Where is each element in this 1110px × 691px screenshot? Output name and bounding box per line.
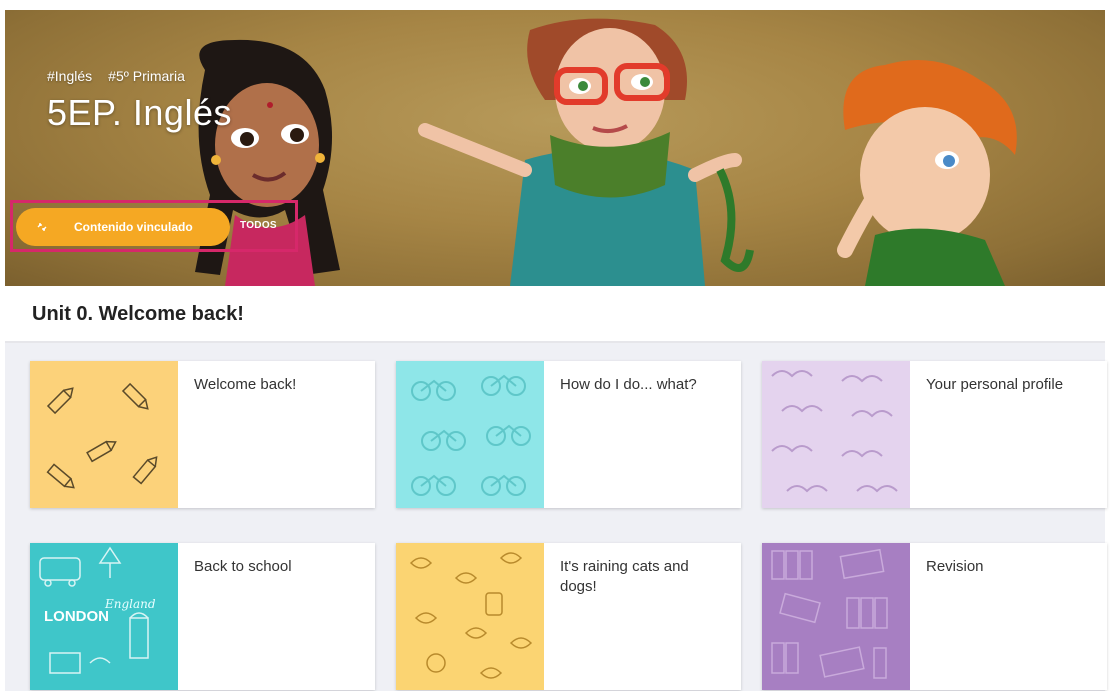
books-pattern-icon xyxy=(762,543,910,690)
linked-content-label: Contenido vinculado xyxy=(74,220,193,234)
card-revision[interactable]: Revision xyxy=(762,543,1107,690)
card-thumbnail xyxy=(30,361,178,508)
card-thumbnail xyxy=(762,361,910,508)
london-pattern-icon: LONDON England xyxy=(30,543,178,690)
card-raining-cats-dogs[interactable]: It's raining cats and dogs! xyxy=(396,543,741,690)
tag-grade[interactable]: #5º Primaria xyxy=(108,68,185,84)
card-thumbnail xyxy=(762,543,910,690)
pencil-pattern-icon xyxy=(30,361,178,508)
leaves-pattern-icon xyxy=(396,543,544,690)
card-title: It's raining cats and dogs! xyxy=(560,558,689,595)
bicycle-pattern-icon xyxy=(396,361,544,508)
card-personal-profile[interactable]: Your personal profile xyxy=(762,361,1107,508)
linked-content-button[interactable]: Contenido vinculado xyxy=(16,208,230,246)
card-thumbnail: LONDON England xyxy=(30,543,178,690)
card-thumbnail xyxy=(396,543,544,690)
boy-illustration xyxy=(837,60,1017,286)
card-title: Welcome back! xyxy=(194,376,297,393)
card-thumbnail xyxy=(396,361,544,508)
svg-text:LONDON: LONDON xyxy=(44,608,109,625)
card-back-to-school[interactable]: LONDON England Back to school xyxy=(30,543,375,690)
course-title: 5EP. Inglés xyxy=(47,92,232,133)
teacher-illustration xyxy=(418,18,754,286)
filter-all-button[interactable]: TODOS xyxy=(240,220,277,231)
moustache-pattern-icon xyxy=(762,361,910,508)
card-title: Revision xyxy=(926,558,984,575)
link-icon xyxy=(37,223,47,231)
card-welcome-back[interactable]: Welcome back! xyxy=(30,361,375,508)
card-title: Back to school xyxy=(194,558,292,575)
card-how-do-i-do[interactable]: How do I do... what? xyxy=(396,361,741,508)
card-title: Your personal profile xyxy=(926,376,1064,393)
svg-text:England: England xyxy=(104,597,156,611)
card-title: How do I do... what? xyxy=(560,376,697,393)
course-tags: #Inglés #5º Primaria xyxy=(47,68,185,84)
unit-title: Unit 0. Welcome back! xyxy=(32,303,244,325)
tag-subject[interactable]: #Inglés xyxy=(47,68,92,84)
